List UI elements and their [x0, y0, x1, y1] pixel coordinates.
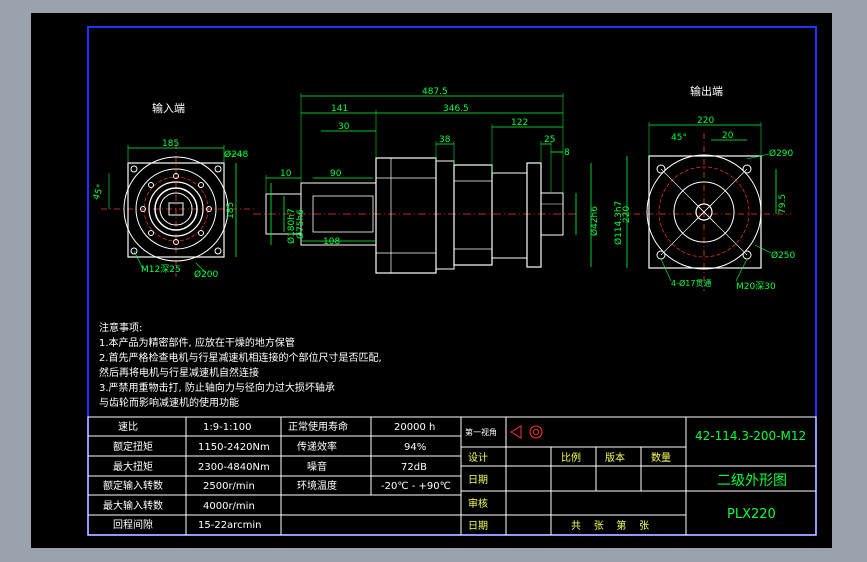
- drawing-number: 42-114.3-200-M12: [695, 429, 806, 443]
- spec-cell: 额定输入转数: [103, 479, 163, 492]
- notes-title: 注意事项:: [99, 321, 142, 334]
- side-dim-108: 108: [323, 237, 340, 247]
- output-view-label: 输出端: [690, 84, 723, 98]
- notes-line: 然后再将电机与行星减速机自然连接: [99, 366, 259, 379]
- notes-line: 1.本产品为精密部件, 应放在干燥的地方保管: [99, 336, 295, 349]
- side-dim-10: 10: [280, 169, 292, 179]
- output-view: 输出端 220 20 45° Ø290 220 79.5 Ø250 4-Ø17贯…: [621, 84, 796, 292]
- output-tap-note: M20深30: [736, 281, 776, 292]
- spec-cell: 回程间隙: [113, 518, 153, 531]
- side-dim-dia-75: Ø75h6: [295, 209, 306, 239]
- output-dim-220-width: 220: [697, 116, 714, 126]
- spec-cell: 1150-2420Nm: [198, 442, 270, 453]
- notes-line: 3.严禁用重物击打, 防止轴向力与径向力过大损坏轴承: [99, 381, 335, 394]
- spec-cell: 正常使用寿命: [288, 420, 348, 433]
- output-hole-note: 4-Ø17贯通: [671, 278, 711, 288]
- notes-line: 2.首先严格检查电机与行星减速机相连接的个部位尺寸是否匹配,: [99, 351, 382, 364]
- cad-viewer: 输入端 185 Ø248 185 45° M12深25 Ø200 487.5 1…: [0, 0, 867, 562]
- spec-cell: 速比: [118, 421, 138, 433]
- side-dim-25: 25: [544, 135, 555, 145]
- drawing-name: 二级外形图: [717, 473, 787, 489]
- output-dim-angle-45: 45°: [671, 133, 687, 143]
- version-label: 版本: [605, 451, 625, 464]
- side-dim-38: 38: [439, 135, 451, 145]
- title-block-text: 第一视角 设计 比例 版本 数量 日期 审核 日期 共 张 第 张 42-114…: [465, 425, 806, 532]
- spec-cell: 94%: [404, 442, 426, 453]
- input-dim-185-height: 185: [226, 202, 236, 219]
- sheet-count-label: 共 张 第 张: [571, 519, 649, 532]
- side-dim-122: 122: [511, 118, 528, 128]
- spec-cell: 环境温度: [297, 479, 337, 492]
- input-dim-angle-45: 45°: [92, 183, 107, 201]
- input-view: 输入端 185 Ø248 185 45° M12深25 Ø200: [92, 101, 254, 280]
- model-name: PLX220: [727, 507, 776, 522]
- spec-cell: 噪音: [307, 460, 327, 473]
- review-label: 审核: [468, 497, 488, 510]
- output-dim-220-height: 220: [622, 206, 632, 223]
- input-dim-dia-248: Ø248: [224, 149, 249, 160]
- input-dim-dia-200: Ø200: [194, 269, 219, 280]
- scale-label: 比例: [561, 451, 581, 464]
- first-angle-projection-icon: [510, 425, 543, 439]
- side-dim-30: 30: [338, 122, 350, 132]
- spec-cell: -20℃ - +90℃: [381, 481, 451, 492]
- spec-cell: 4000r/min: [203, 501, 255, 512]
- spec-cell: 最大输入转数: [103, 499, 163, 512]
- spec-cell: 额定扭矩: [113, 440, 153, 453]
- output-dim-79: 79.5: [778, 194, 788, 214]
- spec-cell: 72dB: [401, 462, 427, 473]
- drawing-canvas: 输入端 185 Ø248 185 45° M12深25 Ø200 487.5 1…: [87, 26, 817, 536]
- input-view-label: 输入端: [152, 101, 185, 115]
- projection-label: 第一视角: [465, 427, 497, 437]
- date-label: 日期: [468, 520, 488, 532]
- side-dim-8: 8: [564, 148, 570, 158]
- output-dim-20: 20: [722, 131, 734, 141]
- design-label: 设计: [468, 451, 488, 464]
- side-dim-overall: 487.5: [422, 87, 448, 97]
- spec-cell: 20000 h: [394, 422, 435, 433]
- spec-cell: 最大扭矩: [113, 460, 153, 473]
- side-dim-90: 90: [330, 169, 342, 179]
- quantity-label: 数量: [651, 451, 671, 464]
- spec-table: [87, 416, 462, 536]
- output-dim-dia-290: Ø290: [769, 148, 794, 159]
- side-view: 487.5 141 346.5 30 122 38 25 8 10 90 108…: [253, 87, 624, 274]
- output-dim-dia-250: Ø250: [771, 250, 796, 261]
- notes-line: 与齿轮而影响减速机的使用功能: [99, 396, 239, 409]
- spec-cell: 1:9-1:100: [203, 422, 252, 433]
- date-label: 日期: [468, 474, 488, 486]
- spec-cell: 传递效率: [297, 440, 337, 453]
- spec-cell: 2300-4840Nm: [198, 462, 270, 473]
- output-square-flange: [648, 155, 762, 269]
- spec-cell: 15-22arcmin: [198, 520, 261, 531]
- side-dim-141: 141: [331, 104, 348, 114]
- spec-cell: 2500r/min: [203, 481, 255, 492]
- input-dim-185-width: 185: [162, 139, 179, 149]
- input-hole-note: M12深25: [141, 264, 181, 275]
- drawing-viewport[interactable]: 输入端 185 Ø248 185 45° M12深25 Ø200 487.5 1…: [31, 13, 832, 548]
- notes-block: 注意事项: 1.本产品为精密部件, 应放在干燥的地方保管 2.首先严格检查电机与…: [99, 321, 382, 409]
- side-dim-346: 346.5: [443, 104, 469, 114]
